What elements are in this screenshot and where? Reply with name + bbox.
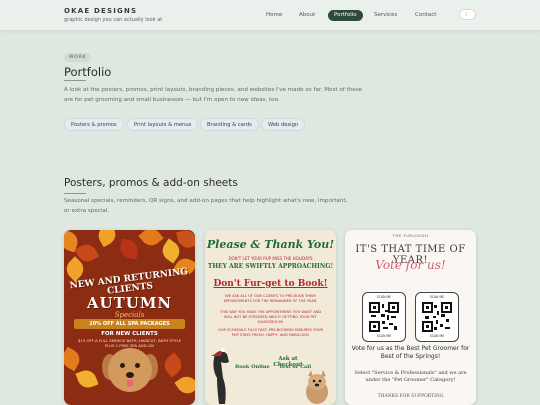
qr-scan-label: SCAN ME — [429, 295, 445, 299]
nav-portfolio[interactable]: Portfolio — [328, 10, 363, 21]
nav-about[interactable]: About — [299, 10, 315, 21]
thanks-body-3: OUR SCHEDULE FILLS FAST. PRE-BOOKING ENS… — [218, 328, 323, 337]
leaf-icon — [64, 346, 84, 372]
page-title: Portfolio — [64, 65, 112, 79]
brand-tagline: graphic design you can actually look at — [64, 17, 163, 23]
vote-brand: THE FURLOUGH — [392, 234, 429, 238]
section-divider — [64, 193, 86, 194]
autumn-banner: 20% OFF ALL SPA PACKAGES — [74, 319, 185, 329]
section-title: Posters, promos & add-on sheets — [64, 177, 238, 189]
qr-scan-label-bottom: SCAN ME — [429, 334, 445, 338]
vote-instructions: Select "Service & Professionals" and we … — [354, 370, 467, 383]
leaf-icon — [118, 238, 140, 260]
frenchie-illustration — [306, 370, 328, 404]
nav-home[interactable]: Home — [266, 10, 282, 21]
nav-contact[interactable]: Contact — [415, 10, 436, 21]
qr-code-left: SCAN ME SCAN ME — [362, 292, 406, 342]
vote-script: Vote for us! — [375, 258, 446, 272]
section-description: Seasonal specials, reminders, QR signs, … — [64, 198, 348, 214]
leaf-icon — [174, 372, 195, 398]
qr-code-right: SCAN ME SCAN ME — [415, 292, 459, 342]
thanks-body-2: THIS WAY YOU HAVE THE APPOINTMENT YOU WA… — [219, 310, 322, 324]
filter-web-design[interactable]: Web design — [261, 118, 306, 131]
leaf-icon — [94, 230, 120, 248]
portfolio-card-autumn[interactable]: NEW AND RETURNING CLIENTS AUTUMN Special… — [64, 230, 195, 405]
autumn-new-clients: FOR NEW CLIENTS — [101, 331, 158, 337]
qr-scan-label: SCAN ME — [376, 295, 392, 299]
greyhound-illustration — [211, 348, 229, 404]
filter-print-layouts[interactable]: Print layouts & menus — [127, 118, 199, 131]
section-eyebrow: WORK — [64, 53, 92, 62]
thanks-swiftly: THEY ARE SWIFTLY APPROACHING! — [207, 263, 334, 270]
qr-code-icon — [422, 302, 452, 332]
portfolio-card-thank-you[interactable]: Please & Thank You! DON'T LET YOUR PUP M… — [205, 230, 336, 405]
nav-services[interactable]: Services — [374, 10, 397, 21]
thanks-title: Please & Thank You! — [206, 238, 335, 251]
qr-scan-label-bottom: SCAN ME — [376, 334, 392, 338]
filter-branding-cards[interactable]: Branding & cards — [200, 118, 259, 131]
leaf-icon — [75, 367, 99, 391]
filter-posters-promos[interactable]: Posters & promos — [64, 118, 124, 131]
thanks-top-line: DON'T LET YOUR PUP MISS THE HOLIDAYS — [228, 256, 313, 261]
thanks-book: Don't Fur-get to Book! — [213, 279, 328, 289]
brand-name[interactable]: OKAE DESIGNS — [64, 7, 137, 15]
thanks-body-1: WE ASK ALL OF OUR CLIENTS TO PRE-BOOK TH… — [223, 294, 318, 303]
intro-text: A look at the posters, promos, print lay… — [64, 87, 363, 103]
theme-toggle-button[interactable]: ☾ — [459, 9, 476, 20]
autumn-subtitle: Specials — [114, 311, 145, 319]
vote-description: Vote for us as the Best Pet Groomer for … — [351, 345, 470, 360]
portfolio-card-vote[interactable]: THE FURLOUGH IT'S THAT TIME OF YEAR! Vot… — [345, 230, 476, 405]
moon-icon: ☾ — [464, 11, 471, 18]
leaf-icon — [138, 230, 164, 250]
autumn-title: AUTUMN — [86, 294, 173, 312]
autumn-fine-print: $15 OFF A FULL SERVICE BATH, HAIRCUT, BA… — [78, 338, 181, 348]
vote-thanks: THANKS FOR SUPPORTING — [377, 394, 444, 399]
qr-code-icon — [369, 302, 399, 332]
title-divider — [64, 80, 86, 81]
leaf-icon — [160, 352, 186, 378]
site-header: OKAE DESIGNS graphic design you can actu… — [0, 0, 540, 31]
